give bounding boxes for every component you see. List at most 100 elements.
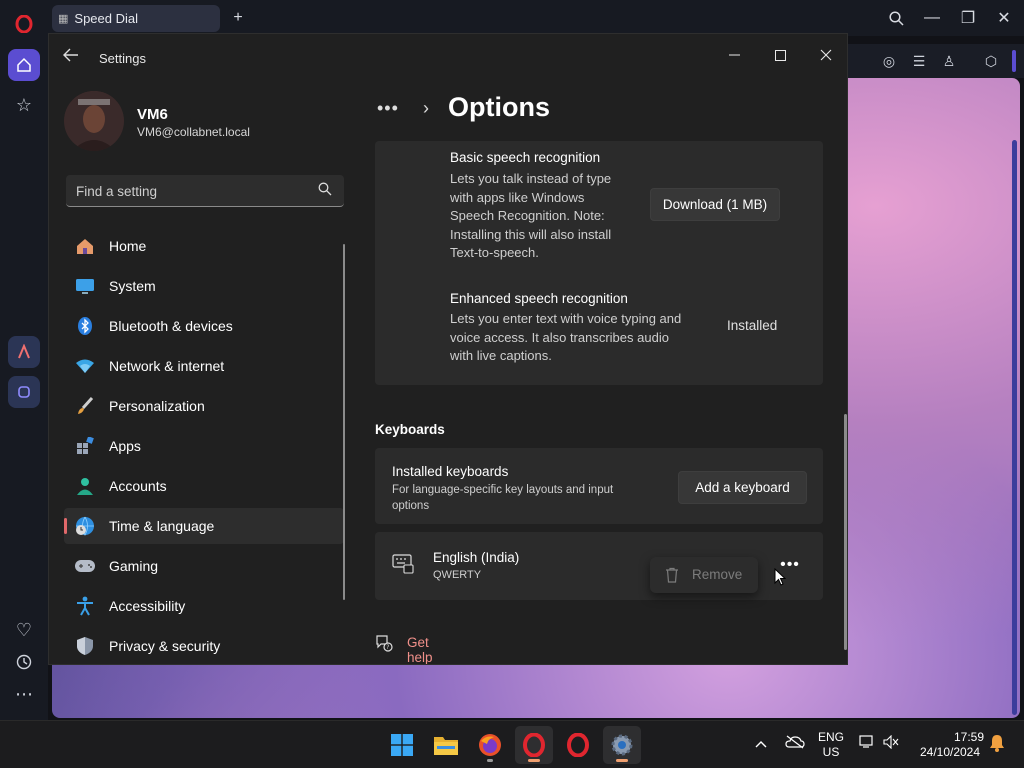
installed-keyboards-title: Installed keyboards xyxy=(392,464,509,479)
chevron-up-icon[interactable] xyxy=(752,735,770,751)
accessibility-icon xyxy=(75,596,95,616)
nav-item-personalization[interactable]: Personalization xyxy=(64,388,344,424)
heart-icon[interactable]: ♡ xyxy=(8,614,40,646)
clock-time: 17:59 xyxy=(953,730,984,744)
breadcrumb-overflow[interactable]: ••• xyxy=(377,98,399,119)
more-icon[interactable]: ⋯ xyxy=(8,678,40,710)
grid-icon: ▦ xyxy=(58,13,69,25)
apps-icon xyxy=(75,436,95,456)
settings-gear-icon[interactable] xyxy=(603,726,641,764)
sidebar-toggle[interactable] xyxy=(1012,50,1016,72)
running-indicator xyxy=(528,759,540,762)
nav-item-apps[interactable]: Apps xyxy=(64,428,344,464)
installed-keyboards-description: For language-specific key layouts and in… xyxy=(392,484,614,512)
keyboards-heading: Keyboards xyxy=(375,422,445,437)
opera-icon[interactable] xyxy=(515,726,553,764)
browser-sidebar: ☆ ♡ ⋯ xyxy=(0,0,48,720)
file-explorer-icon[interactable] xyxy=(427,726,465,764)
download-button[interactable]: Download (1 MB) xyxy=(650,188,780,221)
gamepad-icon xyxy=(75,556,95,576)
nav-item-accessibility[interactable]: Accessibility xyxy=(64,588,344,624)
content-scrollbar[interactable] xyxy=(844,414,847,650)
minimize-button[interactable] xyxy=(711,40,757,70)
browser-minimize-icon[interactable]: — xyxy=(920,8,944,28)
running-indicator xyxy=(487,759,493,762)
remove-menu-item[interactable]: Remove xyxy=(650,557,758,593)
browser-toolbar: ◎ ☰ ♙ ⬡ xyxy=(848,44,1024,78)
home-icon[interactable] xyxy=(8,49,40,81)
speed-dial-scrollbar[interactable] xyxy=(1012,140,1017,715)
account-icon xyxy=(75,476,95,496)
history-icon[interactable] xyxy=(8,646,40,678)
user-name: VM6 xyxy=(137,106,168,123)
nav-item-home[interactable]: Home xyxy=(64,228,344,264)
brush-icon xyxy=(75,396,95,416)
basic-speech-title: Basic speech recognition xyxy=(450,150,601,165)
avatar[interactable] xyxy=(64,91,124,151)
bluetooth-icon xyxy=(75,316,95,336)
svg-text:?: ? xyxy=(386,644,389,651)
clock[interactable]: 17:59 24/10/2024 xyxy=(908,730,992,760)
camera-icon[interactable]: ◎ xyxy=(880,52,898,70)
profile-icon[interactable]: ♙ xyxy=(940,52,958,70)
nav-item-network[interactable]: Network & internet xyxy=(64,348,344,384)
tab-speed-dial[interactable]: ▦ Speed Dial xyxy=(52,5,220,32)
notification-bell-icon[interactable] xyxy=(987,734,1007,755)
running-indicator xyxy=(616,759,628,762)
browser-restore-icon[interactable]: ❐ xyxy=(956,8,980,28)
plus-icon[interactable]: + xyxy=(226,8,250,28)
system-icon xyxy=(75,276,95,296)
nav-item-gaming[interactable]: Gaming xyxy=(64,548,344,584)
taskbar: ENG US 17:59 24/10/2024 xyxy=(0,720,1024,768)
search-icon[interactable] xyxy=(318,182,332,196)
settings-title: Settings xyxy=(99,51,146,66)
close-button[interactable] xyxy=(803,40,847,70)
help-icon: ? xyxy=(376,635,393,652)
keyboard-name: English (India) xyxy=(433,550,520,565)
browser-search-icon[interactable] xyxy=(884,8,908,28)
shield-icon xyxy=(75,636,95,656)
language-indicator[interactable]: ENG US xyxy=(814,730,848,760)
opera-logo-icon[interactable] xyxy=(8,8,40,40)
nav-scrollbar[interactable] xyxy=(343,244,345,600)
windows-start-icon[interactable] xyxy=(383,726,421,764)
speech-recognition-card: Basic speech recognition Lets you talk i… xyxy=(375,141,823,385)
cloud-offline-icon[interactable] xyxy=(784,735,806,752)
nav-item-time-language[interactable]: Time & language xyxy=(64,508,344,544)
star-icon[interactable]: ☆ xyxy=(8,89,40,121)
extensions-icon[interactable]: ⬡ xyxy=(982,52,1000,70)
settings-titlebar: Settings xyxy=(49,34,847,82)
settings-nav: Home System Bluetooth & devices Network … xyxy=(64,228,344,664)
basic-speech-description: Lets you talk instead of type with apps … xyxy=(450,171,612,260)
nav-item-privacy-security[interactable]: Privacy & security xyxy=(64,628,344,664)
enhanced-speech-description: Lets you enter text with voice typing an… xyxy=(450,311,682,363)
volume-muted-icon[interactable] xyxy=(882,734,900,752)
firefox-icon[interactable] xyxy=(471,726,509,764)
chevron-right-icon: › xyxy=(423,98,429,118)
search-box xyxy=(66,175,344,207)
keyboard-icon xyxy=(392,554,414,574)
music-icon[interactable] xyxy=(8,376,40,408)
nav-item-bluetooth[interactable]: Bluetooth & devices xyxy=(64,308,344,344)
back-arrow-icon[interactable] xyxy=(63,48,79,67)
search-input[interactable] xyxy=(66,175,318,207)
aria-icon[interactable] xyxy=(8,336,40,368)
opera-icon[interactable] xyxy=(559,726,597,764)
tab-title: Speed Dial xyxy=(74,11,139,26)
maximize-button[interactable] xyxy=(757,40,803,70)
nav-item-accounts[interactable]: Accounts xyxy=(64,468,344,504)
network-disconnected-icon[interactable] xyxy=(858,735,878,752)
keyboard-layout: QWERTY xyxy=(433,569,482,581)
user-email: VM6@collabnet.local xyxy=(137,125,250,139)
easy-setup-icon[interactable]: ☰ xyxy=(910,52,928,70)
mouse-cursor-icon xyxy=(774,568,786,586)
browser-close-icon[interactable]: ✕ xyxy=(992,8,1016,28)
add-keyboard-button[interactable]: Add a keyboard xyxy=(678,471,807,504)
clock-date: 24/10/2024 xyxy=(919,745,981,759)
nav-item-system[interactable]: System xyxy=(64,268,344,304)
installed-keyboards-card: Installed keyboards For language-specifi… xyxy=(375,448,823,524)
home-icon xyxy=(75,236,95,256)
globe-clock-icon xyxy=(75,516,95,536)
wifi-icon xyxy=(75,356,95,376)
page-title: Options xyxy=(448,92,550,122)
